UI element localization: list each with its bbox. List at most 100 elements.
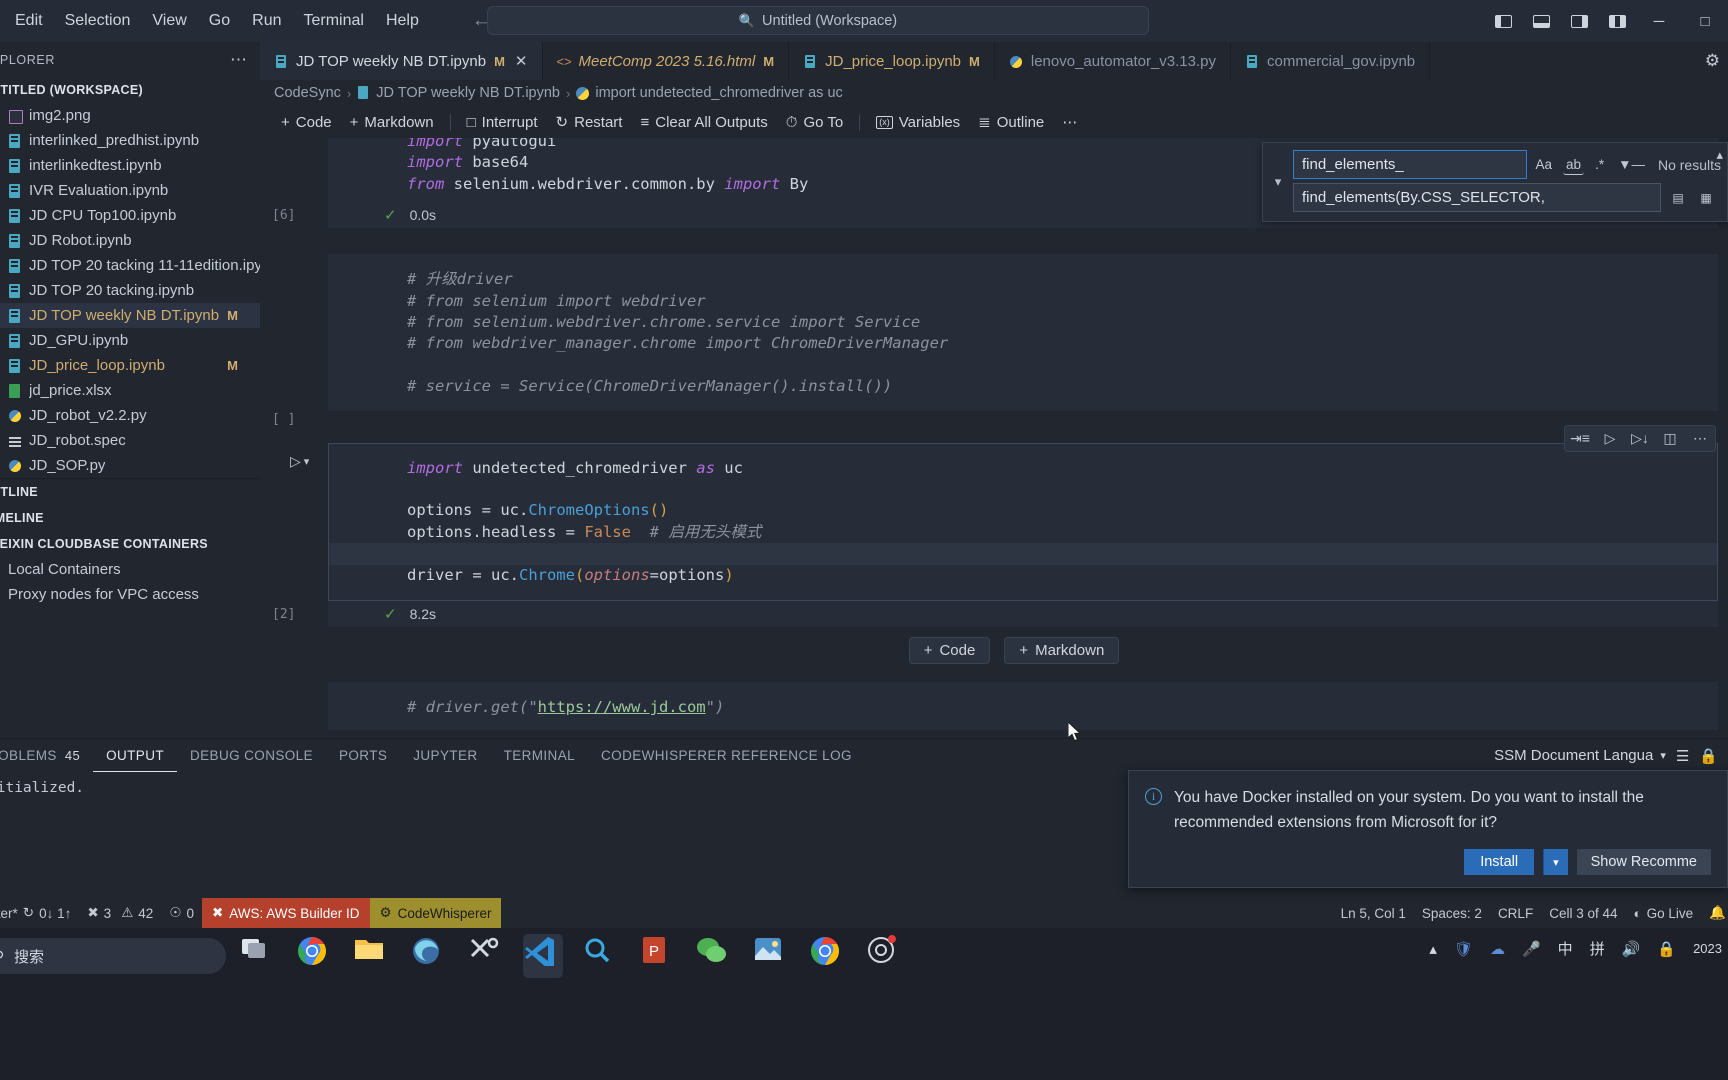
find-input[interactable]: find_elements_ bbox=[1293, 150, 1527, 179]
taskbar-search-box[interactable]: ⚲ 搜索 bbox=[0, 938, 226, 974]
toggle-replace-chevron-icon[interactable]: ▾ bbox=[1263, 143, 1293, 221]
editor-tab[interactable]: commercial_gov.ipynb bbox=[1231, 42, 1431, 80]
panel-tab[interactable]: CODEWHISPERER REFERENCE LOG bbox=[588, 739, 865, 772]
chrome-icon-2[interactable] bbox=[808, 934, 848, 978]
menu-run[interactable]: Run bbox=[241, 8, 292, 34]
output-language-select[interactable]: SSM Document Langua ▾ bbox=[1494, 747, 1666, 764]
chevron-up-icon[interactable]: ▴ bbox=[1429, 940, 1437, 958]
customize-layout-icon[interactable] bbox=[1598, 0, 1636, 42]
panel-tab[interactable]: PORTS bbox=[326, 739, 400, 772]
filter-icon[interactable]: ▼― bbox=[1615, 155, 1648, 174]
notebook-cell[interactable]: # 升级driver # from selenium import webdri… bbox=[260, 254, 1728, 428]
window-maximize-button[interactable]: □ bbox=[1682, 0, 1728, 42]
run-below-icon[interactable]: ▷↓ bbox=[1625, 425, 1655, 452]
panel-tab[interactable]: DEBUG CONSOLE bbox=[177, 739, 326, 772]
menu-view[interactable]: View bbox=[141, 8, 197, 34]
panel-tab[interactable]: ROBLEMS 45 bbox=[0, 739, 93, 772]
file-explorer-icon[interactable] bbox=[352, 934, 392, 978]
editor-tab[interactable]: lenovo_automator_v3.13.py bbox=[994, 42, 1232, 80]
outline-section[interactable]: UTLINE bbox=[0, 479, 260, 505]
gear-icon[interactable]: ⚙ bbox=[1705, 51, 1720, 71]
timeline-section[interactable]: IMELINE bbox=[0, 505, 260, 531]
notebook-cell-focused[interactable]: ▷ ▾ ⇥≡ ▷ ▷↓ ◫ ⋯ import undetected_chrome… bbox=[260, 424, 1728, 628]
match-case-icon[interactable]: Aa bbox=[1533, 155, 1556, 174]
add-markdown-cell-inline-button[interactable]: + Markdown bbox=[1004, 637, 1120, 665]
tab-close-icon[interactable]: ✕ bbox=[515, 52, 528, 70]
toolbar-more-button[interactable]: ⋯ bbox=[1053, 110, 1086, 134]
vscode-icon[interactable] bbox=[523, 934, 563, 978]
run-above-icon[interactable]: ⇥≡ bbox=[1565, 425, 1595, 452]
breadcrumb-root[interactable]: CodeSync bbox=[274, 85, 341, 101]
status-codewhisperer[interactable]: ⚙ CodeWhisperer bbox=[369, 898, 502, 928]
run-cell-icon[interactable]: ▷ bbox=[1595, 425, 1625, 452]
install-dropdown-icon[interactable]: ▾ bbox=[1543, 849, 1568, 875]
panel-tab[interactable]: TERMINAL bbox=[491, 739, 588, 772]
ime-language-indicator[interactable]: 中 bbox=[1558, 938, 1573, 959]
window-minimize-button[interactable]: ─ bbox=[1636, 0, 1682, 42]
file-item[interactable]: JD_GPU.ipynb bbox=[0, 328, 260, 353]
add-markdown-cell-button[interactable]: + Markdown bbox=[341, 111, 443, 134]
file-item[interactable]: IVR Evaluation.ipynb bbox=[0, 178, 260, 203]
command-center[interactable]: 🔍 Untitled (Workspace) bbox=[487, 6, 1149, 35]
toggle-panel-icon[interactable] bbox=[1522, 0, 1560, 42]
taskbar-clock[interactable]: 2023 bbox=[1693, 941, 1722, 956]
restart-button[interactable]: ↻ Restart bbox=[547, 110, 632, 134]
cell-editor[interactable]: # driver.get("https://www.jd.com") bbox=[328, 682, 1718, 730]
status-branch[interactable]: ster* ↻ 0↓ 1↑ bbox=[0, 898, 79, 928]
panel-tab[interactable]: OUTPUT bbox=[93, 739, 177, 772]
status-indentation[interactable]: Spaces: 2 bbox=[1414, 898, 1490, 928]
split-cell-icon[interactable]: ◫ bbox=[1655, 425, 1685, 452]
toggle-primary-sidebar-icon[interactable] bbox=[1484, 0, 1522, 42]
panel-tab[interactable]: JUPYTER bbox=[400, 739, 490, 772]
run-cell-icon[interactable]: ▷ bbox=[290, 453, 301, 470]
file-item[interactable]: JD_robot.spec bbox=[0, 428, 260, 453]
mic-icon[interactable]: 🎤 bbox=[1522, 940, 1541, 958]
add-code-cell-button[interactable]: + Code bbox=[272, 111, 341, 134]
photos-icon[interactable] bbox=[751, 934, 791, 978]
file-item[interactable]: JD_price_loop.ipynb M bbox=[0, 353, 260, 378]
menu-selection[interactable]: Selection bbox=[54, 8, 142, 34]
lock-icon[interactable]: 🔒 bbox=[1699, 747, 1718, 765]
meeting-icon[interactable] bbox=[865, 934, 905, 978]
status-aws[interactable]: ✖ AWS: AWS Builder ID bbox=[201, 898, 370, 928]
task-view-icon[interactable] bbox=[238, 934, 278, 978]
status-go-live[interactable]: ◐ Go Live bbox=[1626, 898, 1702, 928]
edge-icon[interactable] bbox=[409, 934, 449, 978]
status-ports[interactable]: ☉ 0 bbox=[161, 898, 202, 928]
editor-tab[interactable]: JD_price_loop.ipynb M bbox=[789, 42, 995, 80]
cell-editor[interactable]: # 升级driver # from selenium import webdri… bbox=[328, 254, 1718, 411]
file-item[interactable]: JD CPU Top100.ipynb bbox=[0, 203, 260, 228]
status-eol[interactable]: CRLF bbox=[1490, 898, 1541, 928]
notebook-scroll-area[interactable]: import pyautogui import base64 from sele… bbox=[260, 138, 1728, 738]
interrupt-button[interactable]: □ Interrupt bbox=[458, 111, 547, 134]
cell-more-icon[interactable]: ⋯ bbox=[1685, 425, 1715, 452]
clear-all-outputs-button[interactable]: ≡ Clear All Outputs bbox=[631, 111, 776, 134]
cell-run-gutter[interactable]: ▷ ▾ bbox=[290, 453, 309, 470]
tree-item-proxy-nodes[interactable]: Proxy nodes for VPC access bbox=[0, 582, 260, 607]
wechat-icon[interactable] bbox=[694, 934, 734, 978]
chevron-down-icon[interactable]: ▾ bbox=[304, 455, 310, 468]
weixin-cloudbase-section[interactable]: VEIXIN CLOUDBASE CONTAINERS bbox=[0, 531, 260, 557]
menu-terminal[interactable]: Terminal bbox=[293, 8, 375, 34]
notebook-cell[interactable]: # driver.get("https://www.jd.com") bbox=[260, 682, 1728, 730]
install-button[interactable]: Install bbox=[1464, 849, 1535, 875]
toggle-secondary-sidebar-icon[interactable] bbox=[1560, 0, 1598, 42]
replace-all-icon[interactable]: ▦ bbox=[1695, 187, 1717, 209]
file-item[interactable]: JD Robot.ipynb bbox=[0, 228, 260, 253]
file-item[interactable]: JD TOP 20 tacking.ipynb bbox=[0, 278, 260, 303]
file-item[interactable]: jd_price.xlsx bbox=[0, 378, 260, 403]
shield-icon[interactable]: 🛡 bbox=[1454, 940, 1473, 958]
goto-button[interactable]: ⏱ Go To bbox=[777, 111, 852, 134]
status-cursor-position[interactable]: Ln 5, Col 1 bbox=[1333, 898, 1414, 928]
tools-icon[interactable] bbox=[466, 934, 506, 978]
editor-tab[interactable]: <> MeetComp 2023 5.16.html M bbox=[542, 42, 790, 80]
lock-tray-icon[interactable]: 🔒 bbox=[1657, 940, 1676, 958]
file-item[interactable]: interlinked_predhist.ipynb bbox=[0, 128, 260, 153]
replace-input[interactable]: find_elements(By.CSS_SELECTOR, bbox=[1293, 183, 1661, 212]
variables-button[interactable]: (x) Variables bbox=[867, 111, 969, 134]
file-item[interactable]: JD_robot_v2.2.py bbox=[0, 403, 260, 428]
ime-mode-indicator[interactable]: 拼 bbox=[1590, 938, 1605, 959]
close-icon[interactable]: ▴ bbox=[1716, 147, 1723, 163]
status-notifications[interactable]: 🔔 bbox=[1701, 898, 1728, 928]
breadcrumb-symbol[interactable]: import undetected_chromedriver as uc bbox=[595, 85, 842, 101]
